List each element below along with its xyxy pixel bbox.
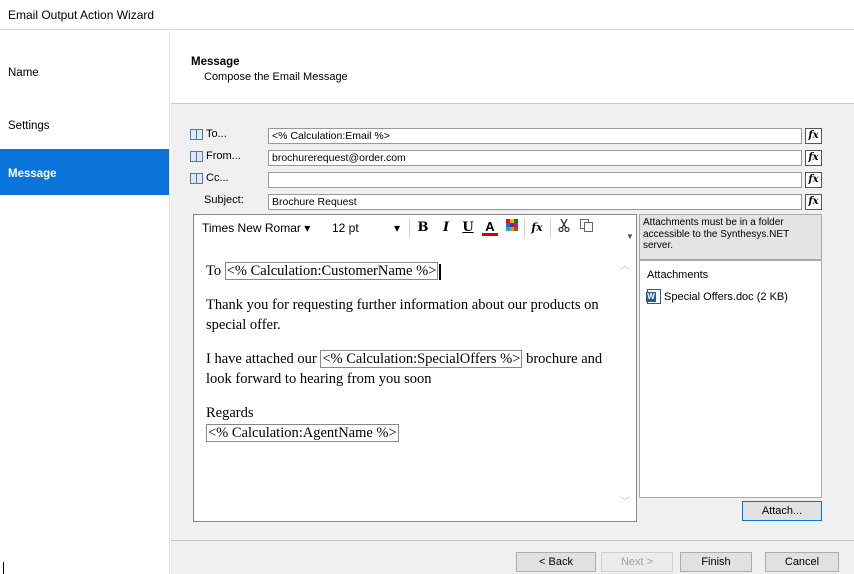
highlight-icon[interactable] xyxy=(504,219,520,237)
cc-field[interactable] xyxy=(268,172,802,188)
toolbar-divider xyxy=(409,219,410,237)
to-fx-button[interactable]: fx xyxy=(805,128,822,144)
subject-label: Subject: xyxy=(204,194,244,206)
font-value: Times New Romar xyxy=(202,221,301,235)
cc-label: Cc... xyxy=(206,172,229,184)
cut-icon[interactable] xyxy=(556,218,572,237)
italic-icon[interactable]: I xyxy=(438,219,454,237)
chevron-down-icon: ▾ xyxy=(394,221,401,235)
scroll-up-icon[interactable]: ︿ xyxy=(620,257,630,272)
body-greeting: To xyxy=(206,263,225,279)
chevron-down-icon: ▾ xyxy=(304,221,311,235)
underline-icon[interactable]: U xyxy=(460,219,476,237)
subject-fx-button[interactable]: fx xyxy=(805,194,822,210)
attach-button[interactable]: Attach... xyxy=(742,501,822,521)
function-icon[interactable]: fx xyxy=(529,219,545,237)
text-caret xyxy=(439,263,442,280)
customer-name-placeholder[interactable]: <% Calculation:CustomerName %> xyxy=(224,262,439,280)
body-paragraph: Thank you for requesting further informa… xyxy=(206,297,599,333)
attachments-header: Attachments xyxy=(647,269,709,281)
nav-divider xyxy=(3,562,4,574)
to-label: To... xyxy=(206,128,227,140)
scroll-down-icon[interactable]: ﹀ xyxy=(620,493,630,508)
from-field[interactable]: brochurerequest@order.com xyxy=(268,150,802,166)
toolbar-divider xyxy=(550,219,551,237)
cc-fx-button[interactable]: fx xyxy=(805,172,822,188)
list-item[interactable]: Special Offers.doc (2 KB) xyxy=(646,289,788,304)
attachment-name: Special Offers.doc (2 KB) xyxy=(664,290,788,303)
special-offers-placeholder[interactable]: <% Calculation:SpecialOffers %> xyxy=(320,350,523,368)
address-book-icon xyxy=(190,150,203,162)
to-field[interactable]: <% Calculation:Email %> xyxy=(268,128,802,144)
address-book-icon xyxy=(190,128,203,140)
back-button[interactable]: < Back xyxy=(516,552,596,572)
from-label: From... xyxy=(206,150,241,162)
body-regards: Regards xyxy=(206,405,254,421)
bold-icon[interactable]: B xyxy=(415,219,431,237)
message-editor[interactable]: Times New Romar ▾ 12 pt ▾ B I U A fx ︿ ﹀… xyxy=(193,214,637,522)
body-text: I have attached our xyxy=(206,351,321,367)
size-value: 12 pt xyxy=(332,221,359,235)
copy-icon[interactable] xyxy=(578,219,594,237)
nav-item-name[interactable]: Name xyxy=(0,57,169,103)
wizard-nav: Name Settings Message xyxy=(0,31,170,574)
toolbar-divider xyxy=(524,219,525,237)
page-header: Message Compose the Email Message xyxy=(171,31,854,103)
cancel-button[interactable]: Cancel xyxy=(765,552,839,572)
nav-item-message[interactable]: Message xyxy=(0,149,169,195)
message-body[interactable]: To <% Calculation:CustomerName %> Thank … xyxy=(206,261,606,443)
subject-field[interactable]: Brochure Request xyxy=(268,194,802,210)
address-book-icon xyxy=(190,172,203,184)
window-title: Email Output Action Wizard xyxy=(8,8,155,22)
page-title: Message xyxy=(191,56,240,68)
finish-button[interactable]: Finish xyxy=(680,552,752,572)
next-button[interactable]: Next > xyxy=(601,552,673,572)
font-select[interactable]: Times New Romar ▾ xyxy=(202,221,310,235)
word-document-icon xyxy=(646,289,661,304)
attachments-list[interactable]: Attachments Special Offers.doc (2 KB) xyxy=(639,260,822,498)
font-color-icon[interactable]: A xyxy=(482,219,498,236)
size-select[interactable]: 12 pt ▾ xyxy=(332,221,400,235)
from-fx-button[interactable]: fx xyxy=(805,150,822,166)
page-subtitle: Compose the Email Message xyxy=(204,71,348,83)
title-bar: Email Output Action Wizard xyxy=(0,0,854,30)
agent-name-placeholder[interactable]: <% Calculation:AgentName %> xyxy=(206,424,399,442)
attachments-note: Attachments must be in a folder accessib… xyxy=(639,214,822,260)
to-button[interactable]: To... xyxy=(190,128,227,140)
editor-toolbar: Times New Romar ▾ 12 pt ▾ B I U A fx xyxy=(194,215,636,242)
toolbar-overflow-icon[interactable]: ▼ xyxy=(626,232,634,241)
from-button[interactable]: From... xyxy=(190,150,241,162)
cc-button[interactable]: Cc... xyxy=(190,172,229,184)
